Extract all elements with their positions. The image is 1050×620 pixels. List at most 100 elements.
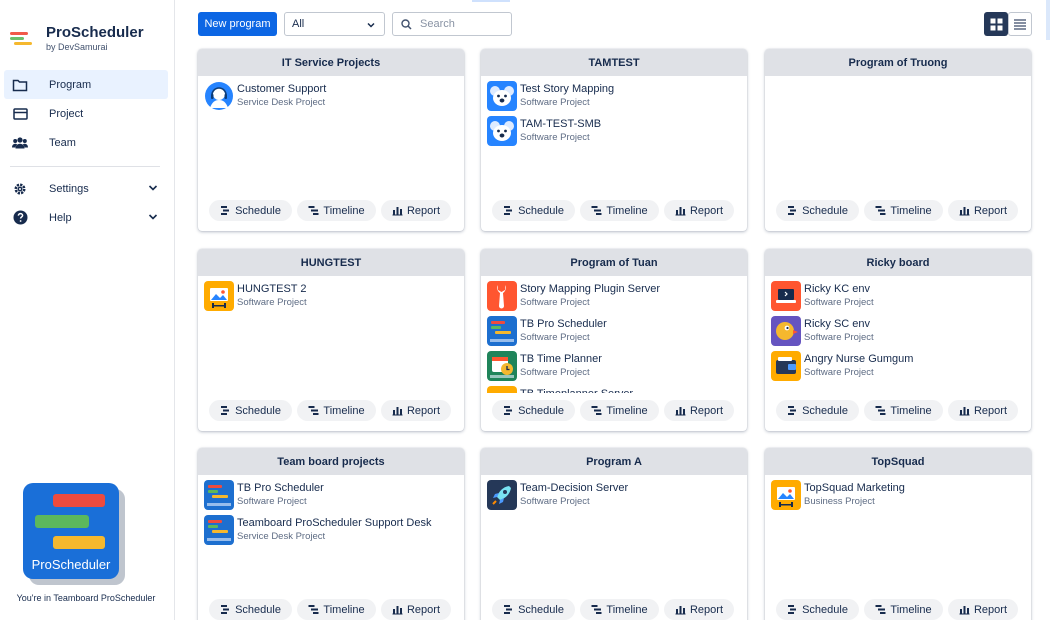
project-item[interactable]: Angry Nurse Gumgum Software Project: [771, 351, 1025, 386]
sidebar-item-project[interactable]: Project: [4, 99, 168, 128]
schedule-button[interactable]: Schedule: [776, 599, 859, 620]
report-button[interactable]: Report: [948, 599, 1018, 620]
report-button[interactable]: Report: [381, 400, 451, 421]
timeline-button[interactable]: Timeline: [864, 400, 943, 421]
report-button[interactable]: Report: [664, 599, 734, 620]
schedule-label: Schedule: [235, 603, 281, 616]
report-icon: [675, 606, 686, 615]
card-actions: Schedule Timeline Report: [209, 400, 456, 421]
new-program-button[interactable]: New program: [198, 12, 277, 36]
project-item[interactable]: Story Mapping Plugin Server Software Proj…: [487, 281, 741, 316]
sidebar: ProScheduler by DevSamurai Program Proje…: [0, 0, 175, 620]
picture-icon: [204, 281, 234, 311]
project-name: TopSquad Marketing: [804, 482, 905, 494]
window-icon: [12, 106, 28, 122]
project-item[interactable]: TB Timeplanner ServerSoftware Project: [487, 386, 741, 393]
schedule-icon: [788, 605, 797, 614]
wrench-icon: [487, 281, 517, 311]
program-title[interactable]: Program of Truong: [765, 49, 1031, 76]
calendar-icon: [487, 351, 517, 381]
project-item[interactable]: Ricky KC env Software Project: [771, 281, 1025, 316]
timeline-icon: [308, 406, 319, 415]
project-name: Ricky KC env: [804, 283, 871, 295]
report-button[interactable]: Report: [948, 400, 1018, 421]
schedule-icon: [221, 605, 230, 614]
project-item[interactable]: Teamboard ProScheduler Support Desk Servi…: [204, 515, 458, 550]
project-item[interactable]: TB Pro Scheduler Software Project: [204, 480, 458, 515]
sidebar-item-help[interactable]: Help: [4, 203, 168, 232]
project-item[interactable]: Customer Support Service Desk Project: [204, 81, 458, 116]
schedule-button[interactable]: Schedule: [209, 200, 292, 221]
report-button[interactable]: Report: [948, 200, 1018, 221]
report-button[interactable]: Report: [664, 200, 734, 221]
report-icon: [959, 407, 970, 416]
timeline-button[interactable]: Timeline: [580, 599, 659, 620]
sidebar-divider: [10, 166, 160, 167]
project-type: Software Project: [804, 297, 874, 308]
koala-icon: [487, 81, 517, 111]
program-title[interactable]: TopSquad: [765, 448, 1031, 475]
timeline-button[interactable]: Timeline: [297, 200, 376, 221]
grid-view-button[interactable]: [984, 12, 1008, 36]
project-type: Software Project: [520, 297, 590, 308]
project-item[interactable]: Team-Decision Server Software Project: [487, 480, 741, 515]
schedule-button[interactable]: Schedule: [492, 400, 575, 421]
program-title[interactable]: HUNGTEST: [198, 249, 464, 276]
timeline-button[interactable]: Timeline: [864, 599, 943, 620]
rocket-icon: [487, 480, 517, 510]
program-title[interactable]: Team board projects: [198, 448, 464, 475]
program-title[interactable]: TAMTEST: [481, 49, 747, 76]
sidebar-item-label: Settings: [49, 182, 89, 195]
project-item[interactable]: TB Time Planner Software Project: [487, 351, 741, 386]
project-name: TB Time Planner: [520, 353, 602, 365]
program-filter-select[interactable]: All: [284, 12, 385, 36]
timeline-label: Timeline: [890, 603, 932, 616]
report-button[interactable]: Report: [381, 200, 451, 221]
timeline-button[interactable]: Timeline: [580, 400, 659, 421]
search-input[interactable]: [420, 18, 510, 30]
timeline-icon: [308, 206, 319, 215]
program-title[interactable]: Program of Tuan: [481, 249, 747, 276]
timeline-button[interactable]: Timeline: [297, 400, 376, 421]
program-card: Program of Truong Schedule Timeline Report: [765, 49, 1031, 231]
search-box[interactable]: [392, 12, 512, 36]
list-view-button[interactable]: [1008, 12, 1032, 36]
project-item[interactable]: HUNGTEST 2 Software Project: [204, 281, 458, 316]
timeline-label: Timeline: [323, 404, 365, 417]
chevron-down-icon: [367, 22, 375, 28]
report-icon: [675, 407, 686, 416]
card-actions: Schedule Timeline Report: [776, 400, 1023, 421]
schedule-button[interactable]: Schedule: [776, 400, 859, 421]
sidebar-item-program[interactable]: Program: [4, 70, 168, 99]
teamboard-icon: [204, 515, 234, 545]
project-item[interactable]: TopSquad Marketing Business Project: [771, 480, 1025, 515]
project-item[interactable]: Test Story Mapping Software Project: [487, 81, 741, 116]
program-title[interactable]: IT Service Projects: [198, 49, 464, 76]
logo-text: ProScheduler: [31, 557, 111, 572]
schedule-button[interactable]: Schedule: [776, 200, 859, 221]
report-button[interactable]: Report: [381, 599, 451, 620]
timeline-button[interactable]: Timeline: [864, 200, 943, 221]
scrollbar[interactable]: [1046, 0, 1050, 40]
project-type: Software Project: [237, 496, 307, 507]
schedule-icon: [788, 206, 797, 215]
program-card: HUNGTEST HUNGTEST 2 Software Project Schedu…: [198, 249, 464, 431]
timeline-button[interactable]: Timeline: [297, 599, 376, 620]
schedule-button[interactable]: Schedule: [492, 599, 575, 620]
project-item[interactable]: TB Pro Scheduler Software Project: [487, 316, 741, 351]
timeline-button[interactable]: Timeline: [580, 200, 659, 221]
card-actions: Schedule Timeline Report: [776, 599, 1023, 620]
project-item[interactable]: Ricky SC env Software Project: [771, 316, 1025, 351]
report-button[interactable]: Report: [664, 400, 734, 421]
schedule-button[interactable]: Schedule: [492, 200, 575, 221]
chevron-down-icon: [148, 185, 158, 191]
project-item[interactable]: TAM-TEST-SMB Software Project: [487, 116, 741, 151]
sidebar-item-team[interactable]: Team: [4, 128, 168, 157]
report-label: Report: [689, 204, 724, 217]
schedule-button[interactable]: Schedule: [209, 400, 292, 421]
sidebar-item-settings[interactable]: Settings: [4, 174, 168, 203]
program-title[interactable]: Ricky board: [765, 249, 1031, 276]
program-title[interactable]: Program A: [481, 448, 747, 475]
schedule-button[interactable]: Schedule: [209, 599, 292, 620]
brand[interactable]: ProScheduler by DevSamurai: [10, 24, 144, 53]
